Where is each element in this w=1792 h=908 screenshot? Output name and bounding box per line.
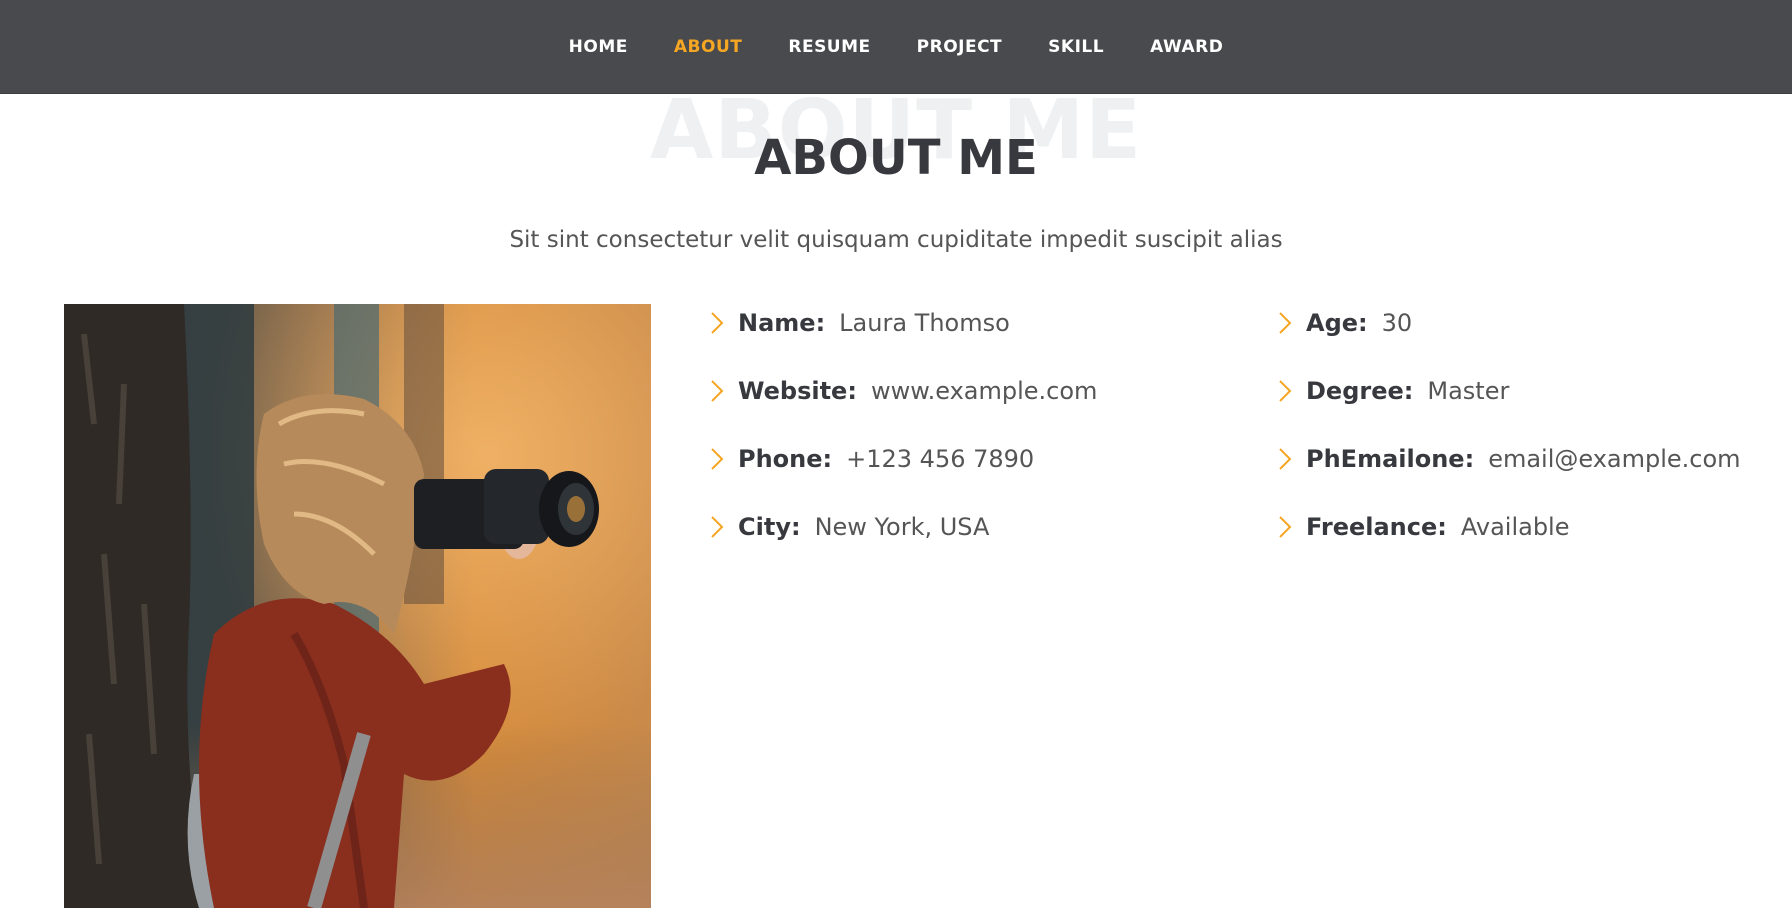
- nav-home-link[interactable]: HOME: [569, 37, 628, 57]
- photographer-image: [64, 304, 651, 908]
- nav-skill-link[interactable]: SKILL: [1048, 37, 1104, 57]
- chevron-right-icon: [1278, 508, 1306, 546]
- info-label: City:: [738, 513, 801, 541]
- nav-menu: HOME ABOUT RESUME PROJECT SKILL AWARD: [0, 0, 1792, 93]
- info-item-degree: Degree: Master: [1278, 372, 1788, 440]
- chevron-right-icon: [710, 304, 738, 342]
- info-value: 30: [1381, 309, 1413, 337]
- info-value: Laura Thomso: [839, 309, 1010, 337]
- info-item-city: City: New York, USA: [710, 508, 1270, 576]
- chevron-right-icon: [1278, 372, 1306, 410]
- info-value: Available: [1460, 513, 1570, 541]
- info-item-email: PhEmailone: email@example.com: [1278, 440, 1788, 508]
- nav-project-link[interactable]: PROJECT: [917, 37, 1003, 57]
- profile-photo: [64, 304, 651, 908]
- info-value: New York, USA: [814, 513, 990, 541]
- info-value: email@example.com: [1488, 445, 1741, 473]
- info-label: PhEmailone:: [1306, 445, 1475, 473]
- info-label: Website:: [738, 377, 857, 405]
- info-item-name: Name: Laura Thomso: [710, 304, 1270, 372]
- info-list-left: Name: Laura Thomso Website: www.example.…: [710, 304, 1270, 576]
- chevron-right-icon: [710, 372, 738, 410]
- top-navbar: HOME ABOUT RESUME PROJECT SKILL AWARD: [0, 0, 1792, 94]
- chevron-right-icon: [710, 440, 738, 478]
- info-label: Degree:: [1306, 377, 1414, 405]
- info-label: Freelance:: [1306, 513, 1447, 541]
- info-value: Master: [1427, 377, 1510, 405]
- info-label: Name:: [738, 309, 826, 337]
- section-title: ABOUT ME: [754, 130, 1038, 186]
- info-label: Phone:: [738, 445, 833, 473]
- info-list-right: Age: 30 Degree: Master PhEmailone: email…: [1278, 304, 1788, 576]
- chevron-right-icon: [1278, 440, 1306, 478]
- info-value: www.example.com: [870, 377, 1098, 405]
- info-item-age: Age: 30: [1278, 304, 1788, 372]
- nav-about-link[interactable]: ABOUT: [674, 37, 742, 57]
- nav-award-link[interactable]: AWARD: [1150, 37, 1223, 57]
- info-item-website: Website: www.example.com: [710, 372, 1270, 440]
- chevron-right-icon: [710, 508, 738, 546]
- chevron-right-icon: [1278, 304, 1306, 342]
- info-value: +123 456 7890: [846, 445, 1035, 473]
- info-label: Age:: [1306, 309, 1368, 337]
- info-item-phone: Phone: +123 456 7890: [710, 440, 1270, 508]
- info-item-freelance: Freelance: Available: [1278, 508, 1788, 576]
- section-subtitle: Sit sint consectetur velit quisquam cupi…: [509, 227, 1283, 253]
- nav-resume-link[interactable]: RESUME: [788, 37, 870, 57]
